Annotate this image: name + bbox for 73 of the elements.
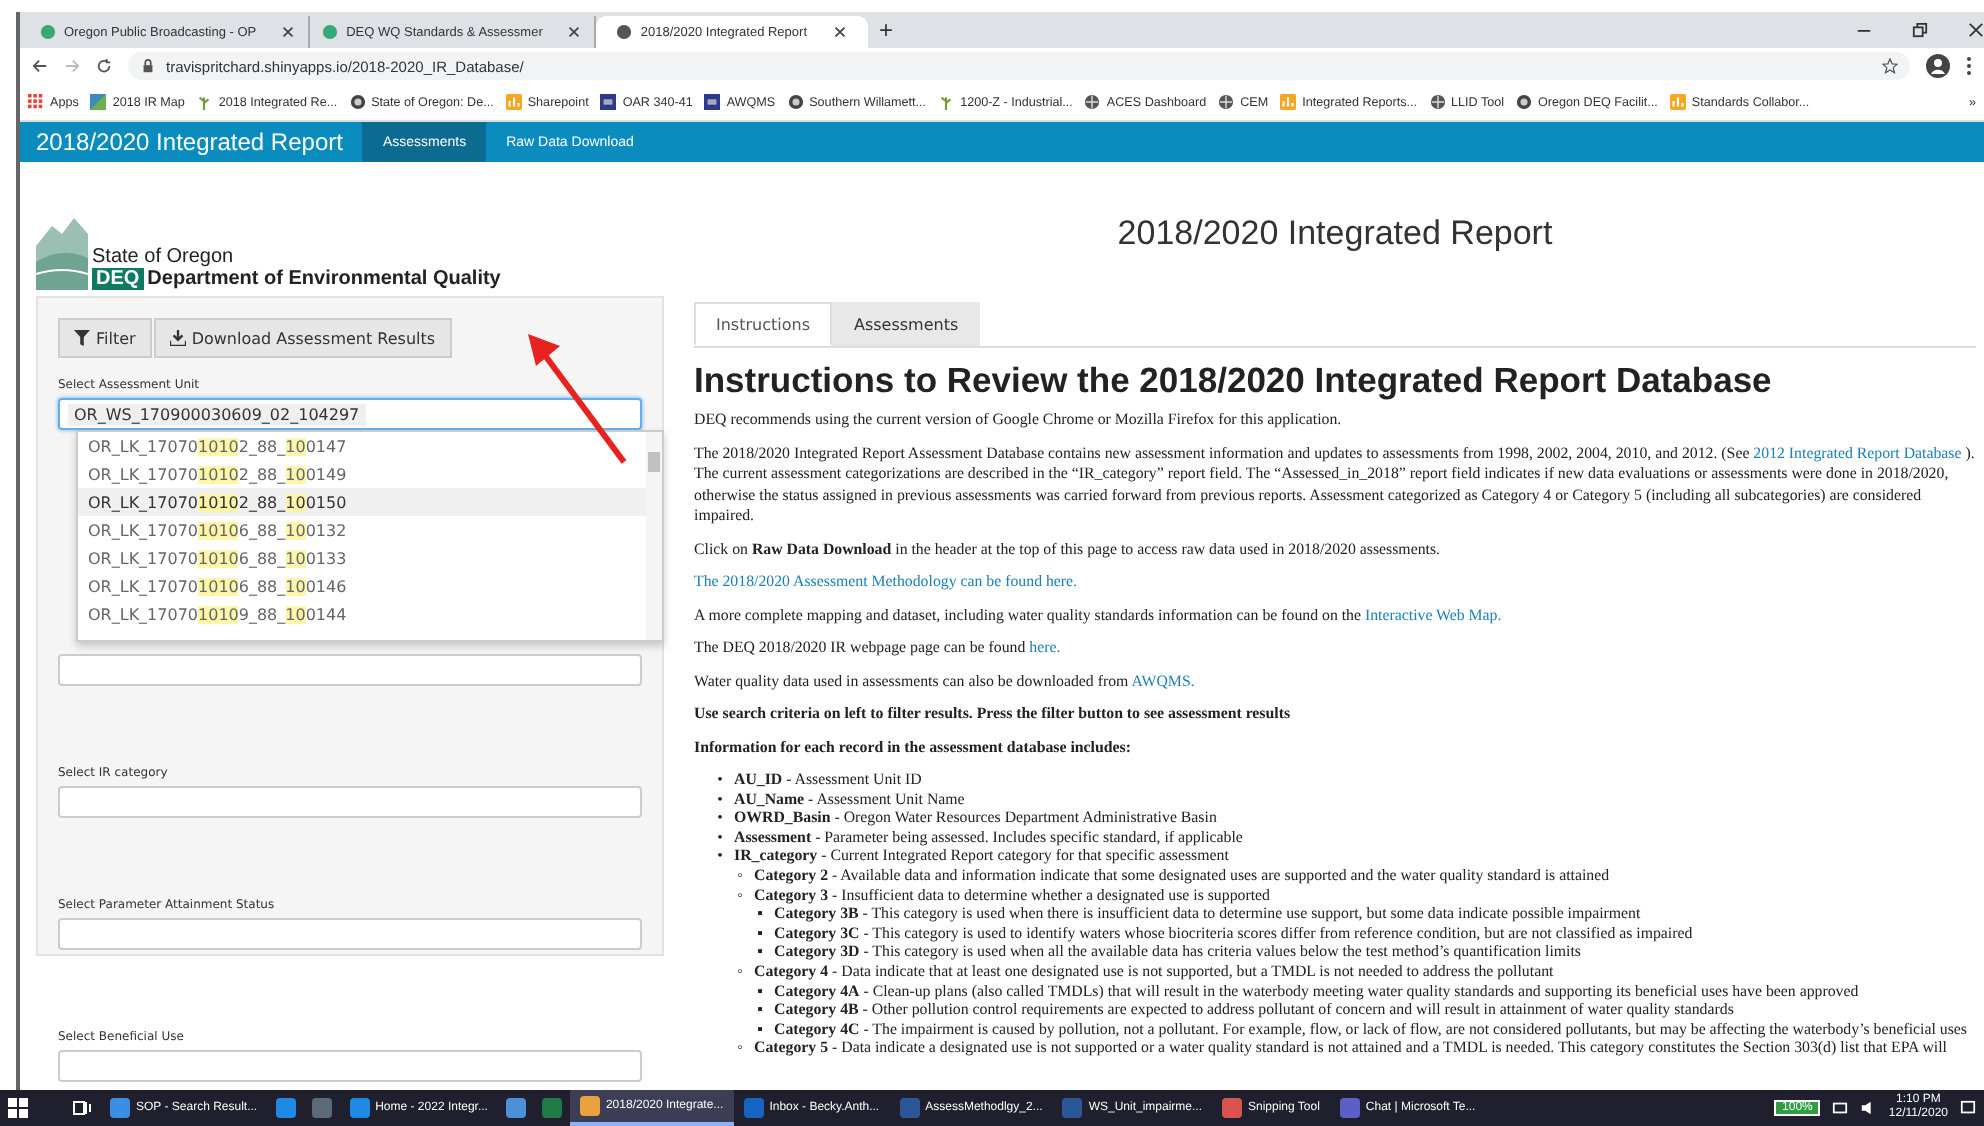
filter-button[interactable]: Filter bbox=[58, 318, 152, 358]
globe-icon bbox=[1429, 94, 1446, 110]
speaker-icon[interactable] bbox=[1860, 1100, 1877, 1116]
download-button[interactable]: Download Assessment Results bbox=[153, 318, 452, 358]
dropdown-option[interactable]: OR_LK_1707010106_88_100132 bbox=[78, 516, 646, 544]
chart-tile-icon bbox=[1669, 94, 1686, 110]
network-icon[interactable] bbox=[1832, 1100, 1849, 1116]
select-field[interactable] bbox=[58, 786, 642, 818]
app-icon bbox=[1222, 1098, 1242, 1118]
dropdown-option[interactable]: OR_LK_1707010109_88_100144 bbox=[78, 600, 646, 628]
tab[interactable]: Instructions bbox=[694, 302, 832, 346]
square-logo-icon bbox=[600, 94, 617, 110]
close-icon[interactable] bbox=[280, 24, 297, 40]
favicon-icon bbox=[40, 24, 56, 40]
app-icon bbox=[311, 1098, 332, 1118]
app-icon bbox=[541, 1098, 562, 1118]
notification-icon[interactable] bbox=[1960, 1100, 1976, 1116]
select-field[interactable] bbox=[58, 654, 642, 686]
app-icon bbox=[743, 1098, 764, 1118]
seal-icon bbox=[787, 94, 804, 110]
windows-start-icon[interactable] bbox=[8, 1098, 28, 1118]
download-icon bbox=[169, 330, 186, 346]
globe-icon bbox=[1218, 94, 1235, 110]
favicon-icon bbox=[322, 24, 339, 40]
menu-icon[interactable] bbox=[1966, 56, 1972, 76]
deq-badge: DEQ bbox=[92, 268, 144, 290]
app-icon bbox=[579, 1096, 600, 1116]
reload-icon[interactable] bbox=[96, 58, 112, 74]
seal-icon bbox=[349, 94, 366, 110]
square-logo-icon bbox=[704, 94, 721, 110]
navbar-brand: 2018/2020 Integrated Report bbox=[34, 126, 345, 160]
plant-icon bbox=[196, 94, 213, 110]
plant-icon bbox=[938, 94, 955, 110]
globe-icon bbox=[1084, 94, 1101, 110]
app-icon bbox=[899, 1098, 920, 1118]
selected-value-chip: OR_WS_170900030609_02_104297 bbox=[68, 403, 366, 425]
page-title: 2018/2020 Integrated Report bbox=[1115, 214, 1555, 254]
close-icon[interactable] bbox=[566, 24, 583, 40]
select-field[interactable] bbox=[58, 918, 642, 950]
dropdown-option[interactable]: OR_LK_1707010102_88_100147 bbox=[78, 432, 646, 460]
new-tab-button[interactable]: + bbox=[879, 16, 894, 44]
favicon-icon bbox=[616, 24, 633, 40]
app-icon bbox=[1339, 1098, 1360, 1118]
logo-department-text: Department of Environmental Quality bbox=[147, 268, 501, 290]
app-icon bbox=[349, 1098, 370, 1118]
restore-icon[interactable] bbox=[1912, 22, 1928, 38]
app-icon bbox=[505, 1098, 526, 1118]
map-icon bbox=[90, 94, 107, 110]
back-icon[interactable] bbox=[32, 58, 48, 74]
scrollbar[interactable] bbox=[646, 432, 662, 640]
chart-tile-icon bbox=[505, 94, 522, 110]
chart-tile-icon bbox=[1280, 94, 1297, 110]
profile-avatar-icon[interactable] bbox=[1926, 54, 1950, 78]
logo-state-text: State of Oregon bbox=[92, 246, 236, 268]
dropdown-option[interactable]: OR_LK_1707010102_88_100149 bbox=[78, 460, 646, 488]
instructions-heading: Instructions to Review the 2018/2020 Integrated Report Database bbox=[694, 360, 1774, 402]
star-icon[interactable] bbox=[1882, 58, 1898, 74]
funnel-icon bbox=[74, 330, 90, 346]
apps-grid-icon bbox=[28, 94, 44, 110]
app-icon bbox=[275, 1098, 296, 1118]
dropdown-option[interactable]: OR_LK_1707010106_88_100133 bbox=[78, 544, 646, 572]
dropdown-option[interactable]: OR_LK_1707010102_88_100150 bbox=[78, 488, 646, 516]
tab[interactable]: Assessments bbox=[831, 302, 981, 346]
app-icon bbox=[1062, 1098, 1083, 1118]
select-field[interactable] bbox=[58, 1050, 642, 1082]
assessment-unit-select[interactable]: OR_WS_170900030609_02_104297 bbox=[58, 398, 642, 430]
lock-icon bbox=[140, 58, 156, 74]
close-icon[interactable] bbox=[831, 24, 847, 40]
seal-icon bbox=[1516, 94, 1533, 110]
task-view-icon[interactable] bbox=[72, 1098, 92, 1118]
dropdown-option[interactable]: OR_LK_1707010106_88_100146 bbox=[78, 572, 646, 600]
app-icon bbox=[110, 1098, 130, 1118]
close-icon[interactable] bbox=[1968, 22, 1984, 38]
